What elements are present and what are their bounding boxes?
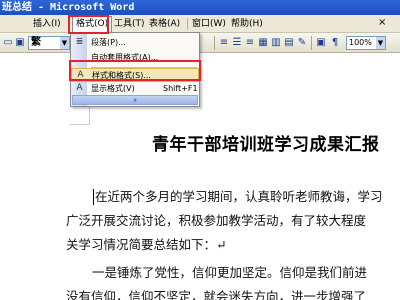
window-title: 班总结 - Microsoft Word: [2, 2, 135, 13]
menu-tools[interactable]: 工具(T): [114, 17, 145, 32]
paragraph-line: 关学习情况简要总结如下：↵: [66, 237, 227, 252]
font-select[interactable]: 繁 ▼: [28, 36, 70, 50]
menu-bar: 插入(I) 格式(O) 工具(T) 表格(A) 窗口(W) 帮助(H): [0, 15, 400, 33]
paragraph-line: 没有信仰，信仰不坚定，就会迷失方向，进一步增强了: [66, 289, 367, 300]
zoom-select[interactable]: 100% ▼: [346, 36, 386, 50]
align-left-icon[interactable]: ≡: [218, 37, 230, 49]
zoom-select-value: 100%: [349, 38, 372, 47]
formatting-toolbar: ▭ ▣ 繁 ▼ B ≡ ☰ ≡ ▦ ▥ ▤ ✎ ▣ ¶ 100% ▼: [0, 33, 400, 53]
title-bar: 班总结 - Microsoft Word: [0, 0, 400, 15]
drawing-icon[interactable]: ✎: [296, 37, 308, 49]
close-document-icon[interactable]: ×: [378, 17, 388, 28]
menu-insert[interactable]: 插入(I): [33, 17, 61, 32]
paragraph-line: 广泛开展交流讨论，积极参加教学活动，有了较大程度: [66, 213, 367, 228]
paragraph-icon: ≣: [75, 37, 84, 47]
double-chevron-down-icon: »: [131, 97, 139, 103]
chart-icon[interactable]: ▤: [283, 37, 295, 49]
chevron-down-icon[interactable]: ▼: [60, 37, 69, 49]
document-heading: 青年干部培训班学习成果汇报: [152, 135, 380, 155]
margin-guide: [70, 124, 90, 125]
paragraph-line: 在近两个多月的学习期间，认真聆听老师教诲，学习: [95, 189, 383, 204]
document-page[interactable]: [0, 54, 400, 300]
document-map-icon[interactable]: ▣: [315, 37, 327, 49]
menu-item-label: 段落(P)...: [91, 38, 126, 47]
show-hide-icon[interactable]: ¶: [329, 37, 341, 49]
menu-window[interactable]: 窗口(W): [192, 17, 226, 32]
menu-separator: [187, 18, 188, 30]
text-cursor: [93, 189, 94, 205]
expand-menu-button[interactable]: »: [72, 95, 198, 105]
table-icon[interactable]: ▦: [257, 37, 269, 49]
chevron-down-icon[interactable]: ▼: [376, 37, 385, 49]
font-select-value: 繁: [31, 37, 41, 48]
highlight-box-styles-item: [69, 60, 201, 81]
paragraph-line: 一是锤炼了党性，信仰更加坚定。信仰是我们前进: [92, 265, 368, 280]
save-icon[interactable]: ▣: [14, 37, 26, 49]
align-right-icon[interactable]: ≡: [244, 37, 256, 49]
columns-icon[interactable]: ▥: [270, 37, 282, 49]
menu-item-label: 显示格式(V): [91, 84, 135, 93]
menu-item-shortcut: Shift+F1: [163, 84, 198, 93]
highlight-box-format-menu: [68, 15, 109, 34]
toolbar-separator: [311, 36, 312, 50]
reveal-format-icon: A: [76, 83, 83, 93]
menu-table[interactable]: 表格(A): [149, 17, 180, 32]
new-document-icon[interactable]: ▭: [2, 37, 14, 49]
menu-help[interactable]: 帮助(H): [231, 17, 263, 32]
align-center-icon[interactable]: ☰: [231, 37, 243, 49]
toolbar-separator: [214, 36, 215, 50]
